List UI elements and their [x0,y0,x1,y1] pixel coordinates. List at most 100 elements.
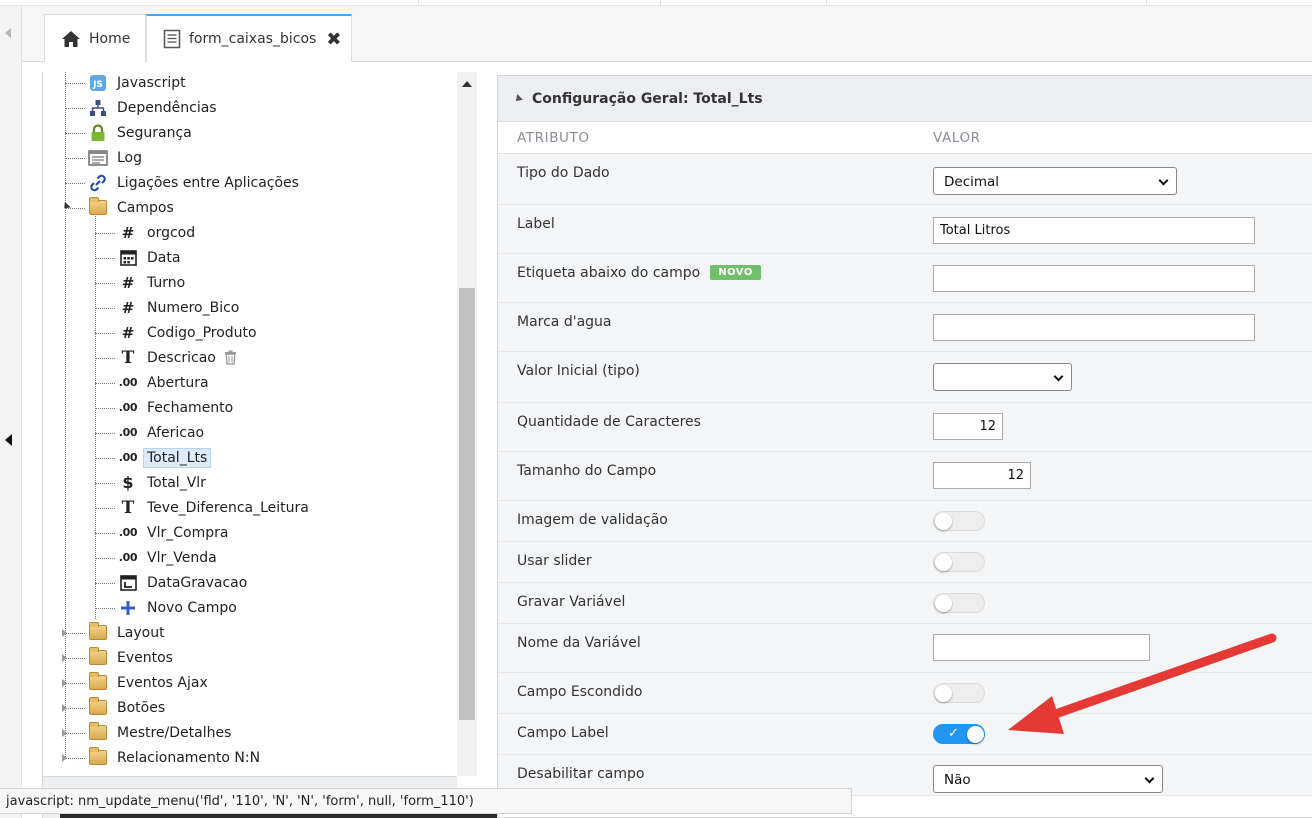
tree-connector [65,133,85,134]
tree-connector [65,158,85,159]
tree-item[interactable]: DataGravacao [117,570,247,595]
toggle-switch[interactable]: ✓ [933,724,985,744]
attribute-label: Gravar Variável [517,594,625,610]
text-input[interactable] [933,634,1150,661]
value-select[interactable]: Não [933,765,1163,793]
svg-text:JS: JS [92,80,103,90]
tab-home[interactable]: Home [44,14,146,62]
tree-item[interactable]: .00 Vlr_Compra [117,520,229,545]
tree-scrollbar[interactable] [457,72,477,776]
scrollbar-thumb[interactable] [459,288,475,720]
tree-item[interactable]: Eventos Ajax [87,670,208,695]
attribute-label: Nome da Variável [517,635,641,651]
hash-icon: # [121,323,135,342]
collapse-left-icon[interactable] [5,28,11,38]
tree-item[interactable]: # Turno [117,270,186,295]
sitemap-icon [87,99,109,117]
tree-item[interactable]: Botões [87,695,165,720]
tree-item-label: Novo Campo [147,599,237,616]
attribute-text: Imagem de validação [517,512,668,528]
value-select[interactable] [933,363,1072,391]
select-value: Não [944,772,971,788]
attribute-text: Tamanho do Campo [517,463,657,479]
attribute-text: Quantidade de Caracteres [517,414,701,430]
tree-item[interactable]: T Descricao [117,345,237,370]
tree-item[interactable]: Data [117,245,180,270]
toggle-knob [967,726,984,743]
collapsed-twisty-icon[interactable] [62,754,67,762]
tree-item[interactable]: Dependências [87,95,217,120]
tree-item[interactable]: Campos [87,195,174,220]
attribute-label: Usar slider [517,553,592,569]
text-input[interactable] [933,265,1255,292]
close-icon[interactable]: ✖ [326,29,341,50]
tree-connector [95,308,115,309]
tree-item[interactable]: Ligações entre Aplicações [87,170,299,195]
tree-item[interactable]: T Teve_Diferenca_Leitura [117,495,309,520]
number-input[interactable]: 12 [933,413,1003,440]
config-row: Tipo do Dado Decimal [498,154,1312,205]
tree-connector [95,533,115,534]
folder-icon [87,197,109,217]
config-columns: ATRIBUTO VALOR [498,122,1312,154]
toggle-switch[interactable] [933,552,985,572]
toggle-switch[interactable] [933,683,985,703]
collapsed-twisty-icon[interactable] [62,704,67,712]
toggle-switch[interactable] [933,511,985,531]
attribute-text: Etiqueta abaixo do campo [517,265,701,281]
tree-item[interactable]: .00 Vlr_Venda [117,545,217,570]
collapsed-twisty-icon[interactable] [62,629,67,637]
tree-item[interactable]: JS Javascript [87,72,186,95]
tree-item[interactable]: .00 Fechamento [117,395,234,420]
attribute-label: Imagem de validação [517,512,668,528]
text-icon: T [121,347,135,368]
collapse-triangle-icon[interactable] [513,93,523,104]
decimal-icon: .00 [118,526,138,539]
folder-icon [87,722,109,742]
toggle-switch[interactable] [933,593,985,613]
collapsed-twisty-icon[interactable] [62,679,67,687]
attribute-text: Gravar Variável [517,594,626,610]
tree-item[interactable]: Mestre/Detalhes [87,720,231,745]
attribute-text: Marca d'agua [517,314,612,330]
attribute-label: Campo Label [517,725,609,741]
number-input[interactable]: 12 [933,462,1031,489]
tree-item-label: DataGravacao [147,574,248,591]
tree-item[interactable]: .00 Afericao [117,420,204,445]
toggle-knob [935,685,952,702]
tree-connector [95,233,115,234]
tree-item[interactable]: # Numero_Bico [117,295,240,320]
tree-item-label: Turno [147,274,186,291]
toggle-knob [935,513,952,530]
tree-item[interactable]: .00 Total_Lts [117,445,212,470]
tree-item[interactable]: $ Total_Vlr [117,470,206,495]
trash-icon[interactable] [224,350,237,365]
tree-item[interactable]: Layout [87,620,165,645]
collapsed-twisty-icon[interactable] [62,654,67,662]
tree-item[interactable]: .00 Abertura [117,370,209,395]
tree-item[interactable]: Log [87,145,142,170]
tree-item[interactable]: Eventos [87,645,173,670]
tree-item[interactable]: Relacionamento N:N [87,745,260,770]
tree-item[interactable]: # Codigo_Produto [117,320,257,345]
tree-item-label: Ligações entre Aplicações [117,174,299,191]
tab-form[interactable]: form_caixas_bicos ✖ [146,14,352,62]
new-badge: NOVO [710,265,761,280]
text-input[interactable] [933,314,1255,341]
attribute-text: Tipo do Dado [517,165,610,181]
toggle-panel-icon[interactable] [5,434,12,446]
value-select[interactable]: Decimal [933,167,1177,195]
expanded-twisty-icon[interactable] [61,201,71,212]
config-header[interactable]: Configuração Geral: Total_Lts [498,76,1312,122]
text-icon: T [121,497,135,518]
tree-item[interactable]: Novo Campo [117,595,237,620]
decimal-icon: .00 [118,376,138,389]
tree-connector [95,508,115,509]
text-input[interactable]: Total Litros [933,217,1255,244]
scroll-up-icon[interactable] [462,81,472,87]
select-value: Decimal [944,174,1000,190]
collapsed-twisty-icon[interactable] [62,729,67,737]
tree-item[interactable]: # orgcod [117,220,195,245]
attribute-text: Campo Escondido [517,684,643,700]
tree-item[interactable]: Segurança [87,120,192,145]
